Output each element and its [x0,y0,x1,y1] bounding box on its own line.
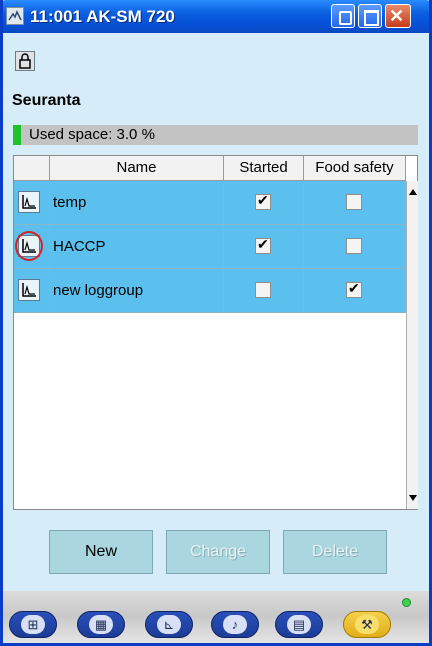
graph-button[interactable] [18,279,40,301]
loggroup-table: Name Started Food safety temp HACCP [13,155,418,510]
alarm-button[interactable]: ♪ [211,611,259,638]
notes-icon: ▤ [292,617,306,632]
used-space-bar: Used space: 3.0 % [13,125,418,145]
grid-button[interactable]: ▦ [77,611,125,638]
row-name: new loggroup [50,269,224,313]
column-header-icon [14,156,50,181]
scroll-up-icon[interactable] [409,189,417,195]
row-name: HACCP [50,225,224,269]
graph-icon [22,283,36,297]
app-icon [6,7,24,25]
column-header-name[interactable]: Name [50,156,224,181]
started-checkbox[interactable] [255,236,271,254]
table-scrollbar[interactable] [406,181,418,509]
used-space-label: Used space: 3.0 % [29,126,155,143]
table-row[interactable]: temp [14,181,406,225]
highlight-circle [15,231,43,261]
row-name: temp [50,181,224,225]
change-button[interactable]: Change [166,530,270,574]
bottom-taskbar: ⊞ ▦ ⊾ ♪ ▤ ⚒ [3,591,429,643]
graph-button[interactable] [18,191,40,213]
alarm-icon: ♪ [231,617,239,632]
lock-icon [19,53,31,69]
started-checkbox[interactable] [255,192,271,210]
grid-icon: ▦ [94,617,108,632]
app-window: 11:001 AK-SM 720 ✕ Seuranta Used space: … [0,0,432,646]
title-bar[interactable]: 11:001 AK-SM 720 ✕ [3,0,429,33]
tree-button[interactable]: ⊞ [9,611,57,638]
wrench-icon: ⚒ [361,617,373,632]
scroll-down-icon[interactable] [409,495,417,501]
wrench-button[interactable]: ⚒ [343,611,391,638]
graph-icon: ⊾ [163,617,175,632]
minimize-button[interactable] [331,4,355,28]
column-header-food-safety[interactable]: Food safety [304,156,406,181]
started-checkbox[interactable] [255,282,271,298]
status-led [402,598,411,607]
page-title: Seuranta [12,92,81,109]
table-row[interactable]: HACCP [14,225,406,269]
graph-icon [22,195,36,209]
used-space-fill [13,125,21,145]
graph-tab-button[interactable]: ⊾ [145,611,193,638]
tree-icon: ⊞ [27,617,39,632]
food-safety-checkbox[interactable] [346,238,362,254]
new-button[interactable]: New [49,530,153,574]
delete-button[interactable]: Delete [283,530,387,574]
close-button[interactable]: ✕ [385,4,411,28]
table-row[interactable]: new loggroup [14,269,406,313]
food-safety-checkbox[interactable] [346,194,362,210]
food-safety-checkbox[interactable] [346,280,362,298]
window-title: 11:001 AK-SM 720 [30,7,175,26]
notes-button[interactable]: ▤ [275,611,323,638]
maximize-button[interactable] [358,4,382,28]
column-header-started[interactable]: Started [224,156,304,181]
lock-button[interactable] [15,51,35,71]
